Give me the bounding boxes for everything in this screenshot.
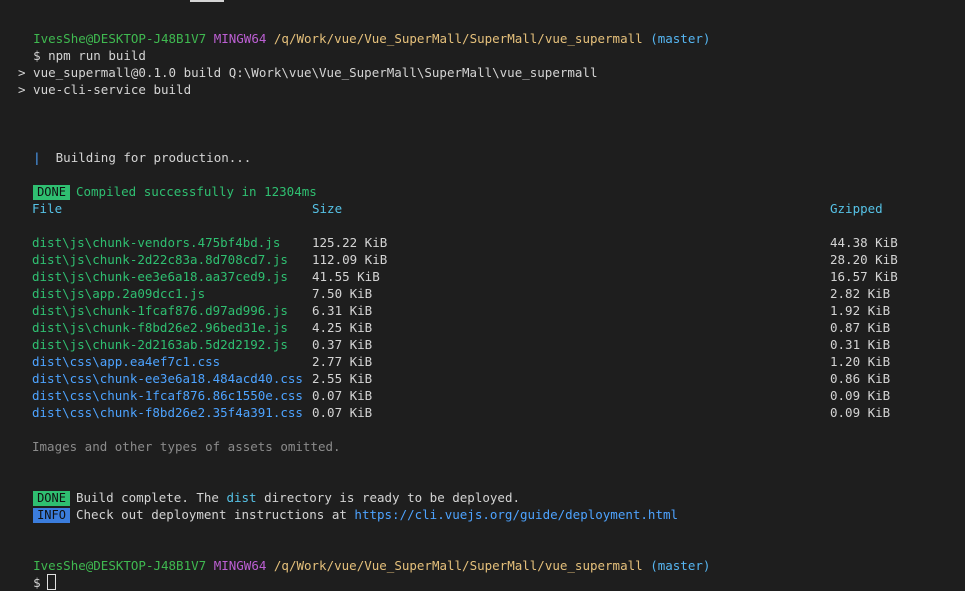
asset-size: 6.31 KiB [312,303,373,318]
asset-gzipped-size: 0.86 KiB [830,371,891,386]
asset-size: 7.50 KiB [312,286,373,301]
asset-gzipped-size: 28.20 KiB [830,252,898,267]
asset-file-name: dist\js\app.2a09dcc1.js [32,286,206,301]
asset-size: 2.77 KiB [312,354,373,369]
table-row: dist\js\chunk-1fcaf876.d97ad996.js 6.31 K… [32,302,962,319]
done-badge: DONE [33,185,70,200]
table-row: dist\js\app.2a09dcc1.js 7.50 KiB 2.82 KiB [32,285,962,302]
asset-gzipped-size: 0.09 KiB [830,405,891,420]
active-tab-indicator[interactable] [190,0,224,2]
building-line: | Building for production... [18,132,251,165]
table-row: dist\css\app.ea4ef7c1.css 2.77 KiB 1.20 Ki… [32,353,962,370]
header-file: File [32,201,63,216]
asset-file-name: dist\js\chunk-2d2163ab.5d2d2192.js [32,337,288,352]
asset-file-name: dist\js\chunk-f8bd26e2.96bed31e.js [32,320,288,335]
table-row: dist\js\chunk-2d22c83a.8d708cd7.js 112.09… [32,251,962,268]
header-size: Size [312,201,343,216]
asset-file-name: dist\js\chunk-ee3e6a18.aa37ced9.js [32,269,288,284]
prompt-env: MINGW64 [213,31,267,46]
table-row: dist\css\chunk-ee3e6a18.484acd40.css 2.55… [32,370,962,387]
compiled-text: Compiled successfully in 12304ms [75,184,317,199]
input-line[interactable]: $ [18,557,56,590]
table-row: dist\js\chunk-vendors.475bf4bd.js 125.22 … [32,234,962,251]
table-row: dist\js\chunk-ee3e6a18.aa37ced9.js 41.55 … [32,268,962,285]
asset-gzipped-size: 0.87 KiB [830,320,891,335]
script-line-2: > vue-cli-service build [18,82,192,97]
asset-size: 41.55 KiB [312,269,380,284]
prompt-line-2: IvesShe@DESKTOP-J48B1V7 MINGW64 /q/Work/… [18,540,710,573]
info-badge: INFO [33,508,70,523]
asset-gzipped-size: 0.09 KiB [830,388,891,403]
prompt-user: IvesShe@DESKTOP-J48B1V7 [33,558,207,573]
asset-file-name: dist\js\chunk-vendors.475bf4bd.js [32,235,281,250]
building-text: Building for production... [55,150,252,165]
table-header-row: File Size Gzipped [32,200,962,217]
asset-size: 0.07 KiB [312,388,373,403]
header-gzipped: Gzipped [830,201,883,216]
asset-gzipped-size: 2.82 KiB [830,286,891,301]
prompt-path: /q/Work/vue/Vue_SuperMall/SuperMall/vue_… [273,558,643,573]
asset-size: 4.25 KiB [312,320,373,335]
prompt-env: MINGW64 [213,558,267,573]
compiled-line: DONE Compiled successfully in 12304ms [18,166,317,200]
asset-file-name: dist\css\chunk-ee3e6a18.484acd40.css [32,371,303,386]
prompt-branch: (master) [650,31,711,46]
asset-size: 0.37 KiB [312,337,373,352]
asset-file-name: dist\css\chunk-f8bd26e2.35f4a391.css [32,405,303,420]
asset-gzipped-size: 1.20 KiB [830,354,891,369]
asset-size: 2.55 KiB [312,371,373,386]
prompt-branch: (master) [650,558,711,573]
deployment-link[interactable]: https://cli.vuejs.org/guide/deployment.h… [354,507,678,522]
omitted-note: Images and other types of assets omitted… [32,439,341,454]
asset-file-name: dist\js\chunk-1fcaf876.d97ad996.js [32,303,288,318]
table-row: dist\css\chunk-1fcaf876.86c1550e.css 0.07… [32,387,962,404]
table-row: dist\js\chunk-f8bd26e2.96bed31e.js 4.25 K… [32,319,962,336]
asset-size: 0.07 KiB [312,405,373,420]
asset-size: 125.22 KiB [312,235,388,250]
asset-size: 112.09 KiB [312,252,388,267]
window-top-strip [0,0,965,6]
asset-gzipped-size: 0.31 KiB [830,337,891,352]
build-complete-line: DONE Build complete. The dist directory i… [18,472,520,506]
info-text: Check out deployment instructions at [75,507,355,522]
command-line: $ npm run build [18,30,146,63]
asset-file-name: dist\css\app.ea4ef7c1.css [32,354,221,369]
text-cursor[interactable] [46,574,56,590]
asset-file-name: dist\css\chunk-1fcaf876.86c1550e.css [32,388,303,403]
info-line: INFO Check out deployment instructions at… [18,489,678,523]
prompt-symbol: $ [33,48,41,63]
asset-gzipped-size: 44.38 KiB [830,235,898,250]
spinner-bar: | [33,150,41,165]
script-line-1: > vue_supermall@0.1.0 build Q:\Work\vue\… [18,65,598,80]
asset-gzipped-size: 1.92 KiB [830,303,891,318]
prompt-symbol: $ [33,575,41,590]
asset-gzipped-size: 16.57 KiB [830,269,898,284]
prompt-path: /q/Work/vue/Vue_SuperMall/SuperMall/vue_… [273,31,643,46]
table-row: dist\css\chunk-f8bd26e2.35f4a391.css 0.07… [32,404,962,421]
asset-file-name: dist\js\chunk-2d22c83a.8d708cd7.js [32,252,288,267]
prompt-line-1: IvesShe@DESKTOP-J48B1V7 MINGW64 /q/Work/… [18,13,710,46]
table-row: dist\js\chunk-2d2163ab.5d2d2192.js 0.37 K… [32,336,962,353]
command-text: npm run build [48,48,146,63]
